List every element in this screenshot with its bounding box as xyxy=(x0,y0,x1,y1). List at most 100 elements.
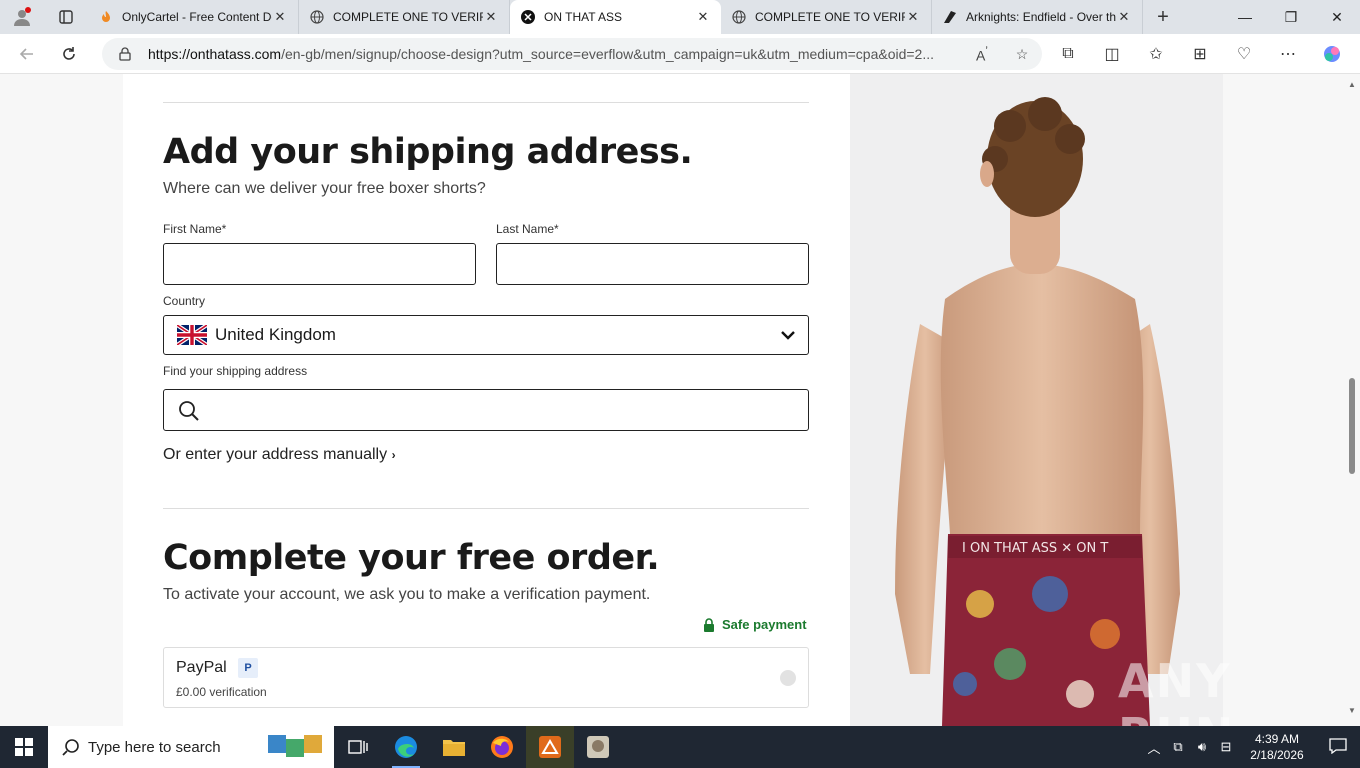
favorite-star-icon[interactable]: ☆ xyxy=(1002,46,1042,63)
split-screen-icon[interactable]: ◫ xyxy=(1090,34,1134,74)
tab-title: COMPLETE ONE TO VERIFY xyxy=(333,10,483,24)
system-tray: ︿ ⧉ 🔊︎ ⊟ 4:39 AM 2/18/2026 xyxy=(1142,726,1360,768)
edge-taskbar-icon[interactable] xyxy=(382,726,430,768)
signup-form-panel: Add your shipping address. Where can we … xyxy=(123,74,850,726)
waistband-text: I ON THAT ASS ✕ ON T xyxy=(962,541,1108,556)
windows-logo-icon xyxy=(15,738,33,756)
start-button[interactable] xyxy=(0,726,48,768)
scrollbar-thumb[interactable] xyxy=(1349,378,1355,474)
address-toolbar: https://onthatass.com/en-gb/men/signup/c… xyxy=(0,34,1360,74)
tab-complete-verify-2[interactable]: COMPLETE ONE TO VERIFY ✕ xyxy=(721,0,932,34)
scroll-up-icon[interactable]: ▲ xyxy=(1348,80,1356,89)
safe-payment-badge: Safe payment xyxy=(703,617,807,632)
country-select[interactable]: United Kingdom xyxy=(163,315,809,355)
payment-note: £0.00 verification xyxy=(176,685,267,699)
site-info-icon[interactable] xyxy=(118,47,140,61)
shipping-title: Add your shipping address. xyxy=(163,132,693,172)
address-search-input[interactable] xyxy=(163,389,809,431)
url-text: https://onthatass.com/en-gb/men/signup/c… xyxy=(148,46,935,62)
tab-title: Arknights: Endfield - Over th xyxy=(966,10,1116,24)
shipping-subtitle: Where can we deliver your free boxer sho… xyxy=(163,180,486,197)
first-name-label: First Name* xyxy=(163,222,227,236)
close-tab-icon[interactable]: ✕ xyxy=(272,9,288,25)
close-tab-icon[interactable]: ✕ xyxy=(1116,9,1132,25)
search-placeholder: Type here to search xyxy=(88,738,221,756)
payment-method-name: PayPal xyxy=(176,659,227,676)
first-name-field[interactable] xyxy=(163,243,476,285)
profile-icon[interactable] xyxy=(0,0,44,34)
model-back-photo: I ON THAT ASS ✕ ON T xyxy=(850,74,1223,726)
product-model-image: I ON THAT ASS ✕ ON T xyxy=(850,74,1223,726)
volume-icon[interactable]: 🔊︎ xyxy=(1190,739,1214,755)
tab-complete-verify-1[interactable]: COMPLETE ONE TO VERIFY ✕ xyxy=(299,0,510,34)
enter-address-manually-link[interactable]: Or enter your address manually › xyxy=(163,446,396,464)
more-menu-icon[interactable]: ⋯ xyxy=(1266,34,1310,74)
globe-icon xyxy=(731,9,747,25)
clock-time: 4:39 AM xyxy=(1254,732,1300,746)
refresh-icon[interactable] xyxy=(48,34,90,74)
chevron-right-icon: › xyxy=(391,448,396,462)
find-address-label: Find your shipping address xyxy=(163,364,308,378)
app-orange-icon[interactable] xyxy=(526,726,574,768)
clock[interactable]: 4:39 AM 2/18/2026 xyxy=(1238,731,1316,763)
back-icon[interactable] xyxy=(6,34,48,74)
uk-flag-icon xyxy=(177,325,207,345)
paypal-logo-icon: P xyxy=(238,658,258,678)
browser-essentials-icon[interactable]: ♡ xyxy=(1222,34,1266,74)
chevron-up-icon[interactable]: ︿ xyxy=(1142,738,1166,757)
task-view-icon[interactable] xyxy=(334,726,382,768)
taskbar-search-box[interactable]: Type here to search xyxy=(48,726,334,768)
close-tab-icon[interactable]: ✕ xyxy=(695,9,711,25)
url-bar[interactable]: https://onthatass.com/en-gb/men/signup/c… xyxy=(102,38,1042,70)
puzzle-widget-icon xyxy=(268,735,322,757)
order-title: Complete your free order. xyxy=(163,538,660,578)
tab-title: ON THAT ASS xyxy=(544,10,623,24)
extensions-icon[interactable]: ⧉ xyxy=(1046,34,1090,74)
tab-title: COMPLETE ONE TO VERIFY xyxy=(755,10,905,24)
collections-icon[interactable]: ⊞ xyxy=(1178,34,1222,74)
close-tab-icon[interactable]: ✕ xyxy=(905,9,921,25)
country-value: United Kingdom xyxy=(215,325,336,344)
country-label: Country xyxy=(163,294,206,308)
lock-icon xyxy=(704,617,714,632)
tab-onlycartel[interactable]: OnlyCartel - Free Content Do ✕ xyxy=(88,0,299,34)
flame-icon xyxy=(98,9,114,25)
firefox-icon[interactable] xyxy=(478,726,526,768)
notifications-icon[interactable] xyxy=(1316,737,1360,757)
close-window-icon[interactable]: ✕ xyxy=(1314,0,1360,34)
last-name-label: Last Name* xyxy=(496,222,559,236)
tab-title: OnlyCartel - Free Content Do xyxy=(122,10,272,24)
maximize-icon[interactable]: ❐ xyxy=(1268,0,1314,34)
anyrun-watermark: ANY RUN xyxy=(1118,654,1233,726)
page-scrollbar[interactable]: ▲ ▼ xyxy=(1344,74,1360,726)
copilot-icon[interactable] xyxy=(1310,34,1354,74)
tab-actions-icon[interactable] xyxy=(44,0,88,34)
network-icon[interactable]: ⊟ xyxy=(1214,739,1238,755)
meet-now-icon[interactable]: ⧉ xyxy=(1166,739,1190,755)
browser-tab-strip: OnlyCartel - Free Content Do ✕ COMPLETE … xyxy=(0,0,1360,34)
favorites-icon[interactable]: ✩ xyxy=(1134,34,1178,74)
new-tab-button[interactable]: + xyxy=(1143,6,1183,29)
tab-arknights[interactable]: Arknights: Endfield - Over th ✕ xyxy=(932,0,1143,34)
search-icon xyxy=(62,739,79,756)
order-subtitle: To activate your account, we ask you to … xyxy=(163,586,651,603)
chevron-down-icon xyxy=(781,331,795,340)
file-explorer-icon[interactable] xyxy=(430,726,478,768)
scroll-down-icon[interactable]: ▼ xyxy=(1348,706,1356,715)
ota-logo-icon xyxy=(520,9,536,25)
game-launcher-icon[interactable] xyxy=(574,726,622,768)
close-tab-icon[interactable]: ✕ xyxy=(483,9,499,25)
payment-radio[interactable] xyxy=(780,670,796,686)
divider xyxy=(163,508,809,509)
search-icon xyxy=(179,401,199,421)
tab-on-that-ass[interactable]: ON THAT ASS ✕ xyxy=(510,0,721,34)
divider xyxy=(163,102,809,103)
last-name-field[interactable] xyxy=(496,243,809,285)
windows-taskbar: Type here to search ︿ ⧉ 🔊︎ ⊟ 4:39 AM 2/1… xyxy=(0,726,1360,768)
clock-date: 2/18/2026 xyxy=(1250,748,1304,762)
minimize-icon[interactable]: — xyxy=(1222,0,1268,34)
read-aloud-icon[interactable]: Aʼ xyxy=(962,45,1002,64)
paypal-payment-option[interactable]: PayPal P £0.00 verification xyxy=(163,647,809,708)
page-viewport: Add your shipping address. Where can we … xyxy=(0,74,1360,726)
arknights-icon xyxy=(942,9,958,25)
